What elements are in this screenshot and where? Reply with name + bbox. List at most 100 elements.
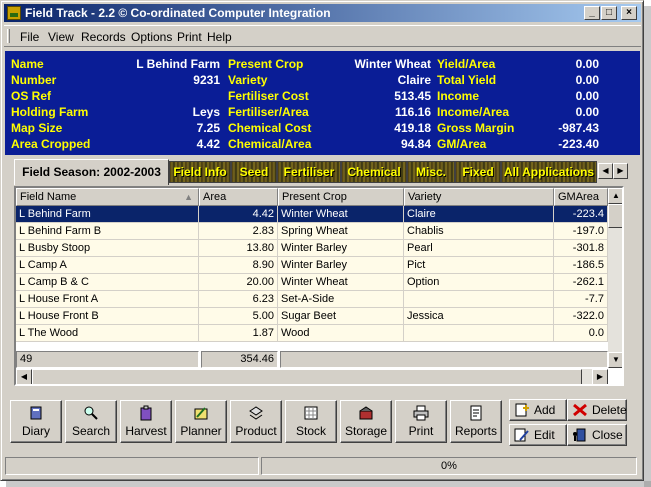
summary-value: 116.16 [394,105,431,119]
close-label: Close [592,428,623,442]
tab-misc[interactable]: Misc. [407,161,455,183]
stock-button[interactable]: Stock [285,400,337,443]
column-header-area[interactable]: Area [199,188,278,206]
table-row[interactable]: L Behind Farm 4.42 Winter Wheat Claire -… [16,206,608,223]
close-window-button[interactable]: × [621,6,637,20]
cell-gm-area: -301.8 [554,240,608,257]
tab-scroll-left-button[interactable]: ◀ [598,163,613,179]
column-header-gm-area[interactable]: GMArea [554,188,608,206]
scroll-down-icon[interactable]: ▼ [608,352,622,368]
column-header-field-name[interactable]: Field Name ▲ [16,188,199,206]
product-button[interactable]: Product [230,400,282,443]
column-header-present-crop[interactable]: Present Crop [278,188,404,206]
summary-value: L Behind Farm [136,57,220,71]
close-button[interactable]: Close [567,424,627,446]
tab-field-season[interactable]: Field Season: 2002-2003 [14,159,169,185]
summary-label: Chemical Cost [228,121,312,135]
title-bar[interactable]: Field Track - 2.2 © Co-ordinated Compute… [4,4,641,22]
menu-help[interactable]: Help [207,30,232,44]
menu-file[interactable]: File [20,30,39,44]
tab-scroll-right-button[interactable]: ▶ [613,163,628,179]
delete-icon [573,403,587,417]
close-door-icon [573,428,586,442]
scroll-right-icon[interactable]: ▶ [592,369,608,384]
storage-label: Storage [344,424,388,438]
delete-button[interactable]: Delete [567,399,627,421]
cell-area: 1.87 [199,325,278,342]
table-row[interactable]: L House Front A 6.23 Set-A-Side -7.7 [16,291,608,308]
column-header-variety[interactable]: Variety [404,188,554,206]
cell-crop: Wood [278,325,404,342]
cell-variety: Jessica [404,308,554,325]
vertical-scroll-thumb[interactable] [608,204,622,228]
sort-ascending-icon: ▲ [184,192,193,202]
summary-label: Gross Margin [437,121,515,135]
summary-value: -987.43 [558,121,599,135]
summary-label: Fertiliser/Area [228,105,309,119]
cell-area: 20.00 [199,274,278,291]
footer-record-count: 49 [16,351,199,368]
status-progress: 0% [261,457,637,475]
table-row[interactable]: L The Wood 1.87 Wood 0.0 [16,325,608,342]
cell-gm-area: -262.1 [554,274,608,291]
add-button[interactable]: Add [509,399,567,421]
tab-seed[interactable]: Seed [231,161,277,183]
cell-crop: Set-A-Side [278,291,404,308]
menu-records[interactable]: Records [81,30,126,44]
reports-button[interactable]: Reports [450,400,502,443]
table-row[interactable]: L Busby Stoop 13.80 Winter Barley Pearl … [16,240,608,257]
summary-value: 513.45 [394,89,431,103]
summary-value: 0.00 [575,89,599,103]
edit-button[interactable]: Edit [509,424,567,446]
table-row[interactable]: L House Front B 5.00 Sugar Beet Jessica … [16,308,608,325]
footer-spacer [280,351,608,368]
summary-value: Winter Wheat [354,57,431,71]
summary-label: Area Cropped [11,137,91,151]
tab-fixed[interactable]: Fixed [455,161,501,183]
cell-area: 5.00 [199,308,278,325]
menu-view[interactable]: View [48,30,74,44]
search-button[interactable]: Search [65,400,117,443]
summary-value: 9231 [193,73,220,87]
edit-icon [514,428,529,442]
minimize-button[interactable]: _ [584,6,600,20]
cell-area: 2.83 [199,223,278,240]
vertical-scrollbar[interactable]: ▲ ▼ [608,188,622,368]
scroll-left-icon[interactable]: ◀ [16,369,32,384]
horizontal-scrollbar[interactable]: ◀ ▶ [16,369,608,384]
table-row[interactable]: L Camp B & C 20.00 Winter Wheat Option -… [16,274,608,291]
summary-label: Total Yield [437,73,497,87]
cell-variety [404,291,554,308]
table-row[interactable]: L Camp A 8.90 Winter Barley Pict -186.5 [16,257,608,274]
cell-field-name: L House Front A [16,291,199,308]
window-title: Field Track - 2.2 © Co-ordinated Compute… [25,6,331,20]
storage-button[interactable]: Storage [340,400,392,443]
scroll-up-icon[interactable]: ▲ [608,188,622,204]
cell-variety: Pict [404,257,554,274]
table-row[interactable]: L Behind Farm B 2.83 Spring Wheat Chabli… [16,223,608,240]
stock-icon [304,406,318,420]
planner-button[interactable]: Planner [175,400,227,443]
summary-label: Name [11,57,44,71]
print-button[interactable]: Print [395,400,447,443]
diary-button[interactable]: Diary [10,400,62,443]
tab-fertiliser[interactable]: Fertiliser [277,161,341,183]
summary-value: 419.18 [394,121,431,135]
cell-field-name: L Behind Farm [16,206,199,223]
summary-value [115,88,220,104]
menu-print[interactable]: Print [177,30,202,44]
tab-all-applications[interactable]: All Applications [501,161,597,183]
storage-icon [359,406,373,420]
product-icon [249,406,263,420]
cell-variety: Option [404,274,554,291]
horizontal-scroll-thumb[interactable] [32,369,582,384]
menu-options[interactable]: Options [131,30,172,44]
menu-bar: File View Records Options Print Help [4,25,641,47]
tab-chemical[interactable]: Chemical [341,161,407,183]
maximize-button[interactable]: □ [601,6,617,20]
harvest-button[interactable]: Harvest [120,400,172,443]
menu-grip [7,29,10,43]
field-summary-panel: Name L Behind Farm Number 9231 OS Ref Ho… [5,51,640,155]
delete-label: Delete [592,403,627,417]
tab-field-info[interactable]: Field Info [169,161,231,183]
